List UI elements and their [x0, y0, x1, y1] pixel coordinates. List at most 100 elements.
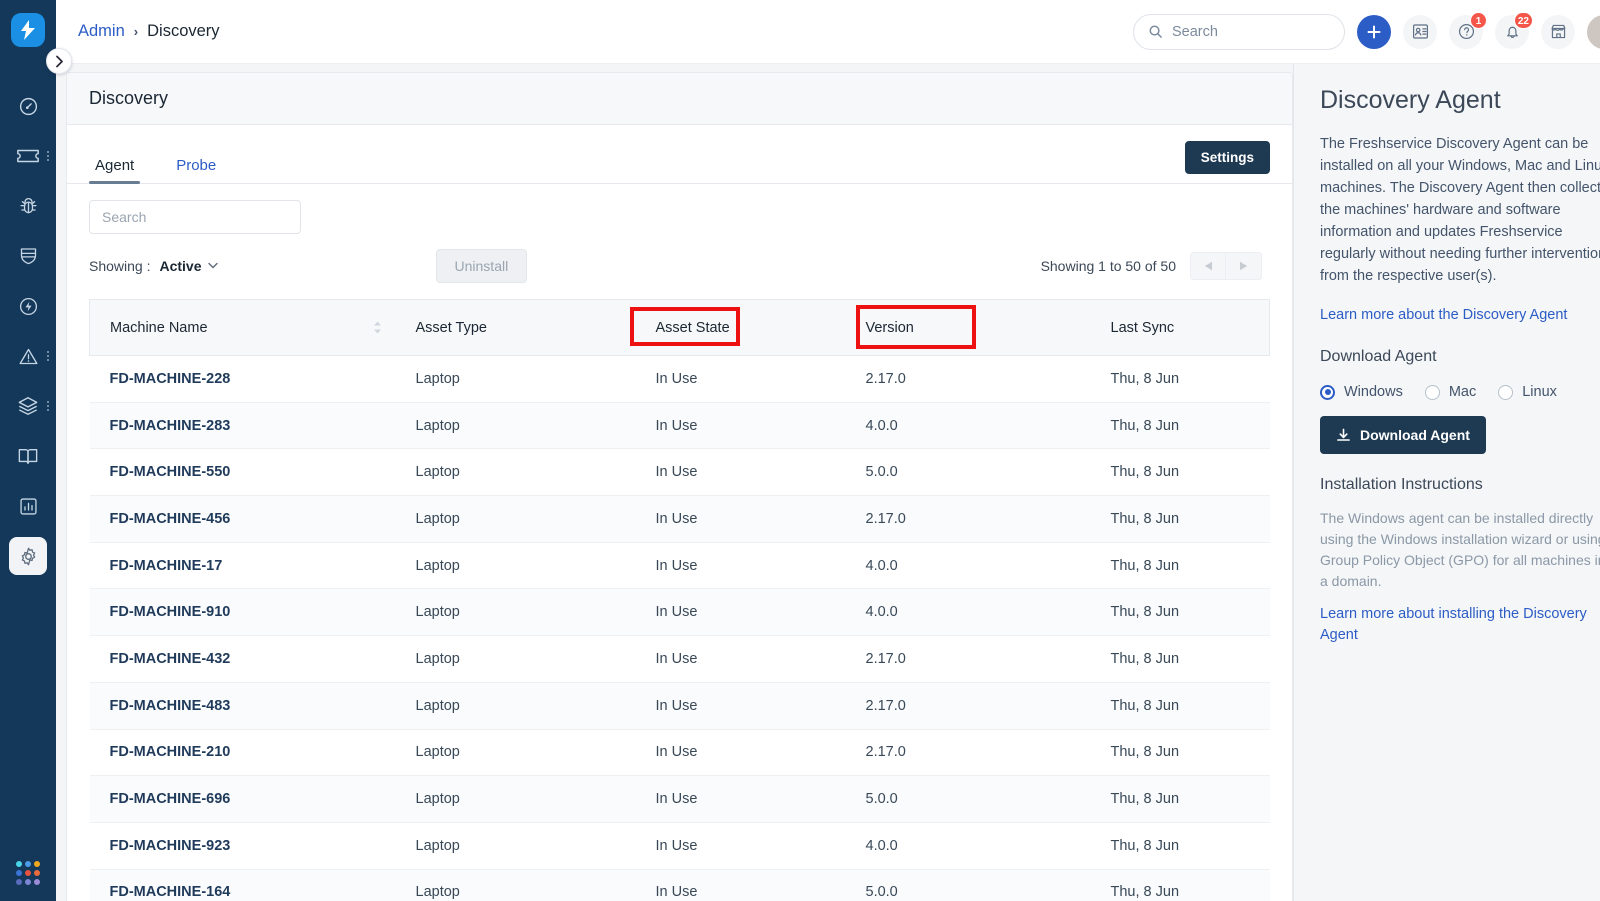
prev-page-button[interactable]: [1190, 252, 1226, 280]
table-row[interactable]: FD-MACHINE-210 Laptop In Use 2.17.0 Thu, 8 J…: [89, 729, 1270, 777]
expand-sidebar-button[interactable]: [46, 48, 72, 74]
cell-last-sync: Thu, 8 Jun: [1094, 635, 1270, 683]
cell-version: 4.0.0: [849, 822, 1095, 870]
assets-menu-dots-icon[interactable]: [47, 401, 49, 411]
sidebar-item-changes[interactable]: [0, 231, 56, 281]
panel-title: Discovery Agent: [1320, 86, 1501, 114]
download-agent-button[interactable]: Download Agent: [1320, 416, 1486, 454]
cell-last-sync: Thu, 8 Jun: [1094, 775, 1270, 823]
sort-updown-icon[interactable]: [373, 321, 382, 334]
cell-asset-type: Laptop: [399, 822, 640, 870]
radio-linux[interactable]: Linux: [1498, 384, 1557, 400]
cell-version: 5.0.0: [849, 775, 1095, 823]
download-agent-heading: Download Agent: [1320, 348, 1437, 365]
sidebar-item-alerts[interactable]: [0, 331, 56, 381]
cell-version: 4.0.0: [849, 402, 1095, 450]
cell-asset-state: In Use: [639, 869, 850, 901]
cell-last-sync: Thu, 8 Jun: [1094, 869, 1270, 901]
cell-machine-name: FD-MACHINE-164: [89, 869, 400, 901]
sidebar-item-assets[interactable]: [0, 381, 56, 431]
cell-asset-state: In Use: [639, 822, 850, 870]
card-header: Discovery: [67, 73, 1292, 125]
dashboard-gauge-icon: [9, 87, 47, 125]
table-row[interactable]: FD-MACHINE-164 Laptop In Use 5.0.0 Thu, 8 Ju…: [89, 869, 1270, 901]
cell-machine-name: FD-MACHINE-432: [89, 635, 400, 683]
breadcrumb-admin-link[interactable]: Admin: [78, 22, 125, 41]
cell-last-sync: Thu, 8 Jun: [1094, 402, 1270, 450]
help-button[interactable]: 1: [1449, 11, 1487, 49]
cell-version: 5.0.0: [849, 448, 1095, 497]
chevron-down-icon[interactable]: [207, 260, 218, 272]
body-split: Discovery Agent Probe Settings Search Sh…: [56, 64, 1600, 901]
column-header-asset-state[interactable]: Asset State: [639, 299, 850, 356]
sidebar-item-releases[interactable]: [0, 281, 56, 331]
radio-mac-label: Mac: [1448, 384, 1477, 400]
cell-asset-type: Laptop: [399, 542, 640, 590]
table-row[interactable]: FD-MACHINE-910 Laptop In Use 4.0.0 Thu, 8 Ju…: [89, 588, 1270, 637]
table-row[interactable]: FD-MACHINE-696 Laptop In Use 5.0.0 Thu, 8 Ju…: [89, 775, 1270, 823]
table-row[interactable]: FD-MACHINE-483 Laptop In Use 2.17.0 Thu, 8 J…: [89, 682, 1270, 730]
search-icon: [1149, 25, 1162, 38]
cell-machine-name: FD-MACHINE-550: [89, 448, 400, 497]
contact-card-icon: [1412, 24, 1428, 39]
cell-asset-type: Laptop: [399, 448, 640, 497]
layers-icon: [9, 387, 47, 425]
ticket-menu-dots-icon[interactable]: [47, 151, 49, 161]
next-page-button[interactable]: [1226, 252, 1262, 280]
sidebar-item-tickets[interactable]: [0, 131, 56, 181]
cell-version: 2.17.0: [849, 635, 1095, 683]
new-button[interactable]: [1357, 14, 1391, 49]
cell-machine-name: FD-MACHINE-210: [89, 729, 400, 777]
table-row[interactable]: FD-MACHINE-923 Laptop In Use 4.0.0 Thu, 8 Ju…: [89, 822, 1270, 870]
column-header-version[interactable]: Version: [849, 299, 1095, 356]
sidebar-item-analytics[interactable]: [0, 481, 56, 531]
sidebar-item-dashboard[interactable]: [0, 81, 56, 131]
marketplace-button[interactable]: [1541, 14, 1575, 49]
tab-probe[interactable]: Probe: [170, 157, 222, 183]
bug-icon: [9, 187, 47, 225]
sidebar-item-solutions[interactable]: [0, 431, 56, 481]
cell-asset-state: In Use: [639, 542, 850, 590]
app-switcher-grid-icon[interactable]: [16, 861, 40, 885]
global-search-input[interactable]: Search: [1133, 13, 1345, 50]
radio-windows[interactable]: Windows: [1320, 384, 1403, 400]
learn-more-installing-link[interactable]: Learn more about installing the Discover…: [1320, 604, 1600, 646]
triangle-left-icon: [1204, 261, 1212, 271]
uninstall-button[interactable]: Uninstall: [435, 249, 528, 283]
table-row[interactable]: FD-MACHINE-228 Laptop In Use 2.17.0 Thu, 8 J…: [89, 355, 1270, 403]
cell-version: 5.0.0: [849, 869, 1095, 901]
column-header-machine-name[interactable]: Machine Name: [89, 299, 400, 356]
alerts-menu-dots-icon[interactable]: [47, 351, 49, 361]
table-row[interactable]: FD-MACHINE-432 Laptop In Use 2.17.0 Thu, 8 J…: [89, 635, 1270, 683]
cell-machine-name: FD-MACHINE-696: [89, 775, 400, 823]
table-row[interactable]: FD-MACHINE-456 Laptop In Use 2.17.0 Thu, 8 J…: [89, 495, 1270, 543]
freshservice-bolt-logo[interactable]: [11, 13, 45, 47]
settings-button[interactable]: Settings: [1184, 141, 1270, 174]
learn-more-discovery-agent-link[interactable]: Learn more about the Discovery Agent: [1320, 305, 1600, 326]
sidebar-item-admin[interactable]: [0, 531, 56, 581]
column-header-last-sync[interactable]: Last Sync: [1094, 299, 1270, 356]
cell-last-sync: Thu, 8 Jun: [1094, 682, 1270, 730]
agent-search-placeholder: Search: [102, 209, 147, 225]
radio-mac[interactable]: Mac: [1424, 384, 1477, 400]
cell-version: 4.0.0: [849, 588, 1095, 637]
cell-last-sync: Thu, 8 Jun: [1094, 729, 1270, 777]
agent-search-input[interactable]: Search: [89, 200, 301, 234]
table-row[interactable]: FD-MACHINE-550 Laptop In Use 5.0.0 Thu, 8 Ju…: [89, 448, 1270, 497]
column-header-asset-type[interactable]: Asset Type: [399, 299, 640, 356]
avatar[interactable]: F: [1587, 14, 1600, 49]
table-row[interactable]: FD-MACHINE-283 Laptop In Use 4.0.0 Thu, 8 Ju…: [89, 402, 1270, 450]
table-row[interactable]: FD-MACHINE-17 Laptop In Use 4.0.0 Thu, 8 Jun: [89, 542, 1270, 590]
showing-filter-value[interactable]: Active: [159, 258, 201, 274]
notifications-button[interactable]: 22: [1495, 11, 1533, 49]
sidebar-item-problems[interactable]: [0, 181, 56, 231]
cell-asset-state: In Use: [639, 635, 850, 683]
cell-last-sync: Thu, 8 Jun: [1094, 588, 1270, 637]
cell-asset-type: Laptop: [399, 355, 640, 403]
contacts-button[interactable]: [1403, 14, 1437, 49]
cell-asset-type: Laptop: [399, 495, 640, 543]
tab-agent[interactable]: Agent: [89, 157, 141, 184]
help-badge: 1: [1470, 11, 1487, 29]
download-icon: [1337, 428, 1350, 441]
discovery-card: Discovery Agent Probe Settings Search Sh…: [66, 72, 1293, 901]
